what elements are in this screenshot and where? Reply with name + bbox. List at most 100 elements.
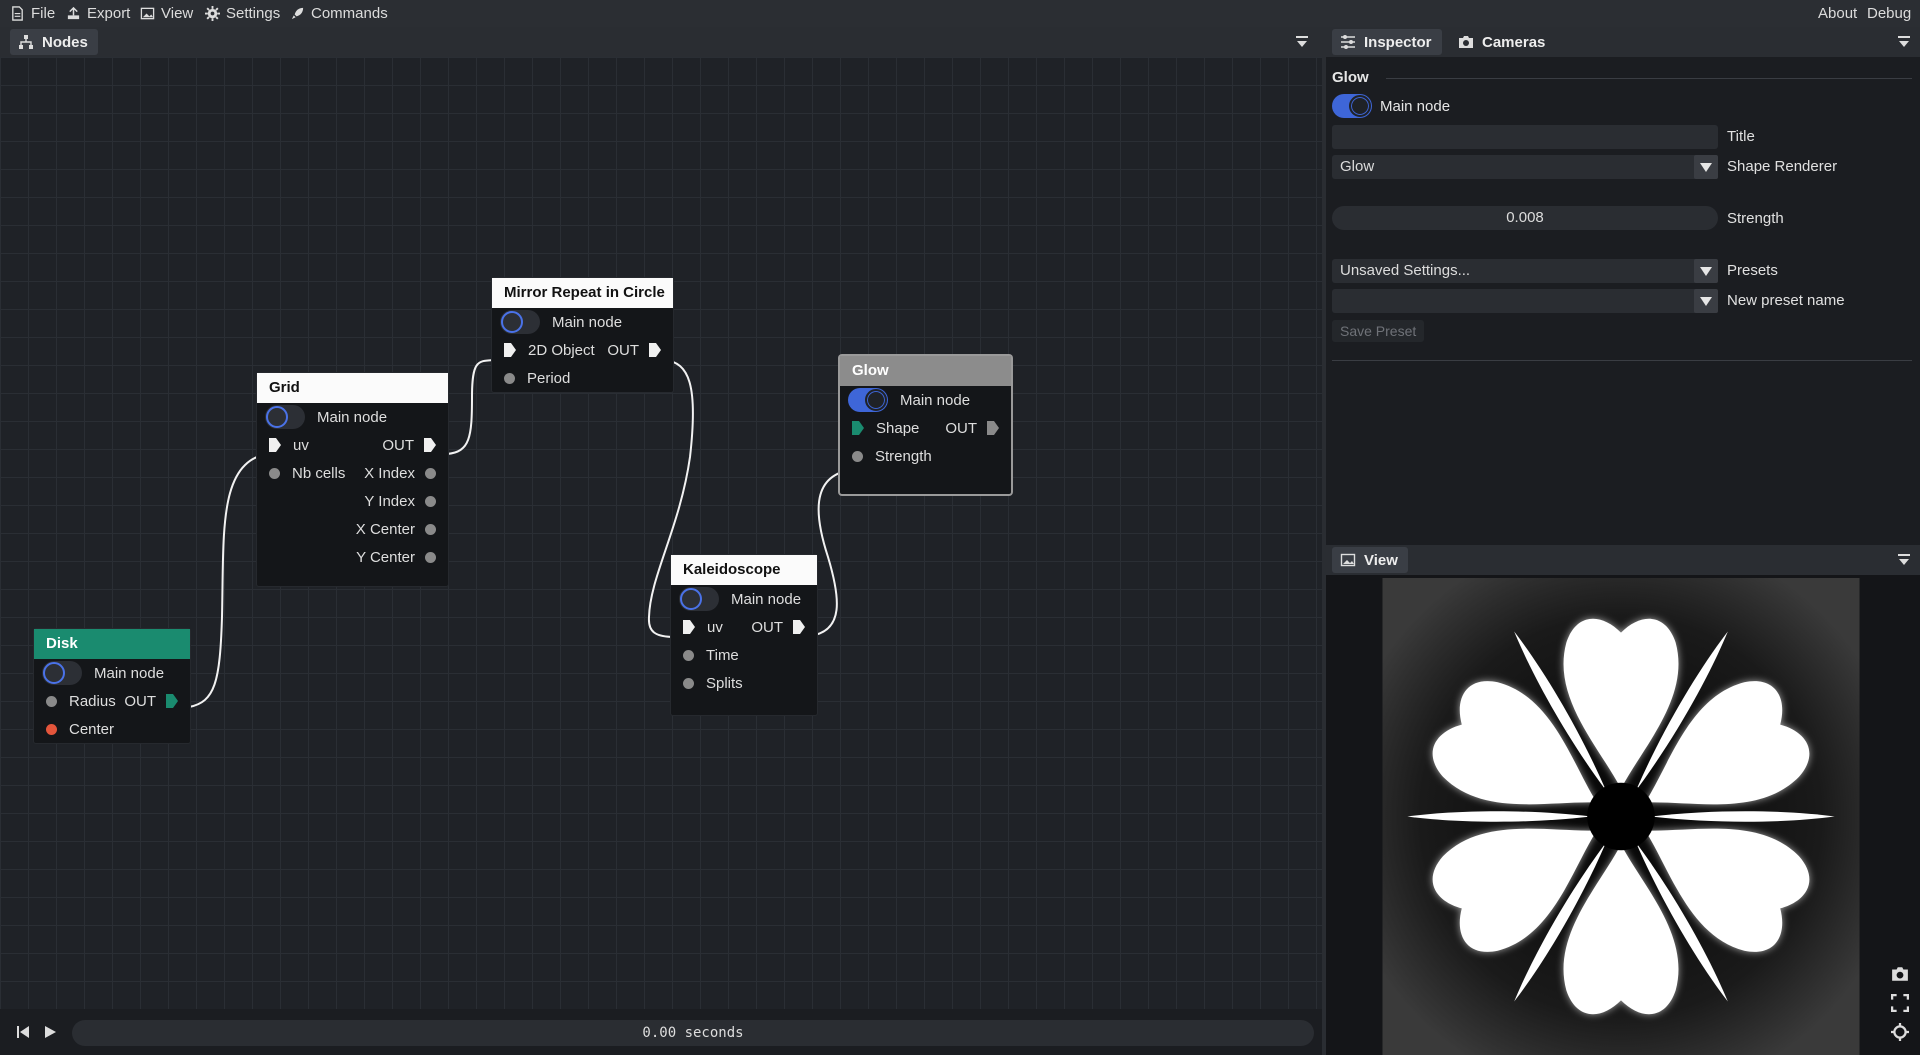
tab-nodes[interactable]: Nodes — [10, 29, 98, 55]
port-label: Center — [69, 720, 115, 738]
input-port-2d-object[interactable] — [504, 343, 516, 357]
shape-renderer-label: Shape Renderer — [1727, 158, 1838, 175]
title-input[interactable] — [1332, 125, 1718, 149]
save-preset-button[interactable]: Save Preset — [1332, 320, 1425, 342]
main-node-toggle[interactable] — [265, 405, 305, 429]
main-node-toggle[interactable] — [42, 661, 82, 685]
tab-view[interactable]: View — [1332, 547, 1408, 573]
main-node-toggle[interactable] — [848, 388, 888, 412]
out-label: Y Index — [364, 492, 415, 510]
skip-back-icon[interactable] — [15, 1024, 31, 1040]
input-port-time[interactable] — [683, 649, 694, 661]
fullscreen-icon[interactable] — [1891, 994, 1909, 1012]
output-port-flag-icon[interactable] — [649, 343, 661, 357]
new-preset-dropdown-icon[interactable] — [1694, 289, 1718, 313]
node-kaleidoscope[interactable]: Kaleidoscope Main node uv OUT Time Split… — [671, 555, 817, 715]
play-icon[interactable] — [42, 1024, 58, 1040]
out-label: X Center — [355, 520, 415, 538]
menu-export[interactable]: Export — [66, 0, 130, 27]
menu-view[interactable]: View — [140, 0, 193, 27]
output-port-dot[interactable] — [425, 467, 436, 479]
node-port-row: Y Index — [257, 487, 448, 515]
out-label: Y Center — [356, 548, 415, 566]
node-disk[interactable]: Disk Main node Radius OUT Center — [34, 629, 190, 743]
main-node-toggle[interactable] — [679, 587, 719, 611]
strength-slider[interactable]: 0.008 — [1332, 206, 1718, 230]
input-port-uv[interactable] — [269, 438, 281, 452]
wire-grid-to-mirror — [446, 359, 495, 455]
camera-icon[interactable] — [1891, 965, 1909, 983]
node-port-row: Nb cells X Index — [257, 459, 448, 487]
node-graph-canvas[interactable]: Mirror Repeat in Circle Main node 2D Obj… — [0, 57, 1322, 1009]
node-port-row: uv OUT — [257, 431, 448, 459]
menu-commands[interactable]: Commands — [290, 0, 388, 27]
output-port-dot[interactable] — [425, 523, 436, 535]
main-node-label: Main node — [317, 408, 388, 426]
node-title: Mirror Repeat in Circle — [492, 278, 673, 308]
time-slider[interactable]: 0.00 seconds — [72, 1020, 1314, 1046]
nodes-icon — [19, 35, 33, 49]
menu-about[interactable]: About — [1818, 0, 1857, 27]
presets-select[interactable]: Unsaved Settings... — [1332, 259, 1718, 283]
section-divider — [1386, 78, 1912, 79]
menu-debug[interactable]: Debug — [1867, 0, 1911, 27]
input-port-splits[interactable] — [683, 677, 694, 689]
node-title: Glow — [840, 356, 1011, 386]
file-icon — [12, 6, 23, 21]
inspector-panel-header: Inspector Cameras — [1326, 27, 1920, 57]
input-port-shape[interactable] — [852, 421, 864, 435]
main-node-toggle[interactable] — [1332, 94, 1372, 118]
out-label: OUT — [607, 341, 639, 359]
strength-value: 0.008 — [1506, 209, 1544, 226]
input-port-radius[interactable] — [46, 695, 57, 707]
input-port-center[interactable] — [46, 723, 57, 735]
menu-about-label: About — [1818, 5, 1858, 22]
output-port-flag-icon[interactable] — [793, 620, 805, 634]
tab-inspector-label: Inspector — [1364, 33, 1432, 51]
presets-dropdown-icon[interactable] — [1694, 259, 1718, 283]
node-grid[interactable]: Grid Main node uv OUT Nb cells X Index Y… — [257, 373, 448, 586]
output-port-flag-icon[interactable] — [166, 694, 178, 708]
port-label: Strength — [875, 447, 932, 465]
shape-renderer-dropdown-icon[interactable] — [1694, 155, 1718, 179]
tab-cameras[interactable]: Cameras — [1450, 29, 1555, 55]
shape-renderer-select[interactable]: Glow — [1332, 155, 1718, 179]
export-icon — [67, 6, 80, 20]
timeline-bar: 0.00 seconds — [0, 1012, 1322, 1055]
menu-settings-label: Settings — [226, 5, 281, 22]
crosshair-icon[interactable] — [1891, 1023, 1909, 1041]
node-port-row: Splits — [671, 669, 817, 697]
panel-menu-icon[interactable] — [1294, 34, 1310, 50]
main-node-toggle[interactable] — [500, 310, 540, 334]
new-preset-name-label: New preset name — [1727, 292, 1845, 309]
output-port-dot[interactable] — [425, 551, 436, 563]
main-node-label: Main node — [731, 590, 802, 608]
menu-settings[interactable]: Settings — [205, 0, 280, 27]
port-label: Radius — [69, 692, 116, 710]
port-label: 2D Object — [528, 341, 595, 359]
render-output-image — [1382, 578, 1860, 1055]
panel-menu-icon[interactable] — [1896, 34, 1912, 50]
input-port-uv[interactable] — [683, 620, 695, 634]
menu-export-label: Export — [87, 5, 131, 22]
panel-menu-icon[interactable] — [1896, 552, 1912, 568]
tab-cameras-label: Cameras — [1482, 33, 1546, 51]
node-mirror-repeat[interactable]: Mirror Repeat in Circle Main node 2D Obj… — [492, 278, 673, 392]
input-port-strength[interactable] — [852, 450, 863, 462]
input-port-period[interactable] — [504, 372, 515, 384]
input-port-nb-cells[interactable] — [269, 467, 280, 479]
port-label: Shape — [876, 419, 920, 437]
port-label: Splits — [706, 674, 743, 692]
node-title: Kaleidoscope — [671, 555, 817, 585]
output-port-flag-icon[interactable] — [424, 438, 436, 452]
tab-inspector[interactable]: Inspector — [1332, 29, 1442, 55]
node-port-row: Y Center — [257, 543, 448, 571]
output-port-dot[interactable] — [425, 495, 436, 507]
node-main-row: Main node — [840, 386, 1011, 414]
title-label: Title — [1727, 128, 1755, 145]
output-port-flag-icon[interactable] — [987, 421, 999, 435]
menu-file[interactable]: File — [10, 0, 55, 27]
main-node-row: Main node — [1332, 94, 1450, 118]
node-glow[interactable]: Glow Main node Shape OUT Strength — [840, 356, 1011, 494]
new-preset-name-input[interactable] — [1332, 289, 1718, 313]
